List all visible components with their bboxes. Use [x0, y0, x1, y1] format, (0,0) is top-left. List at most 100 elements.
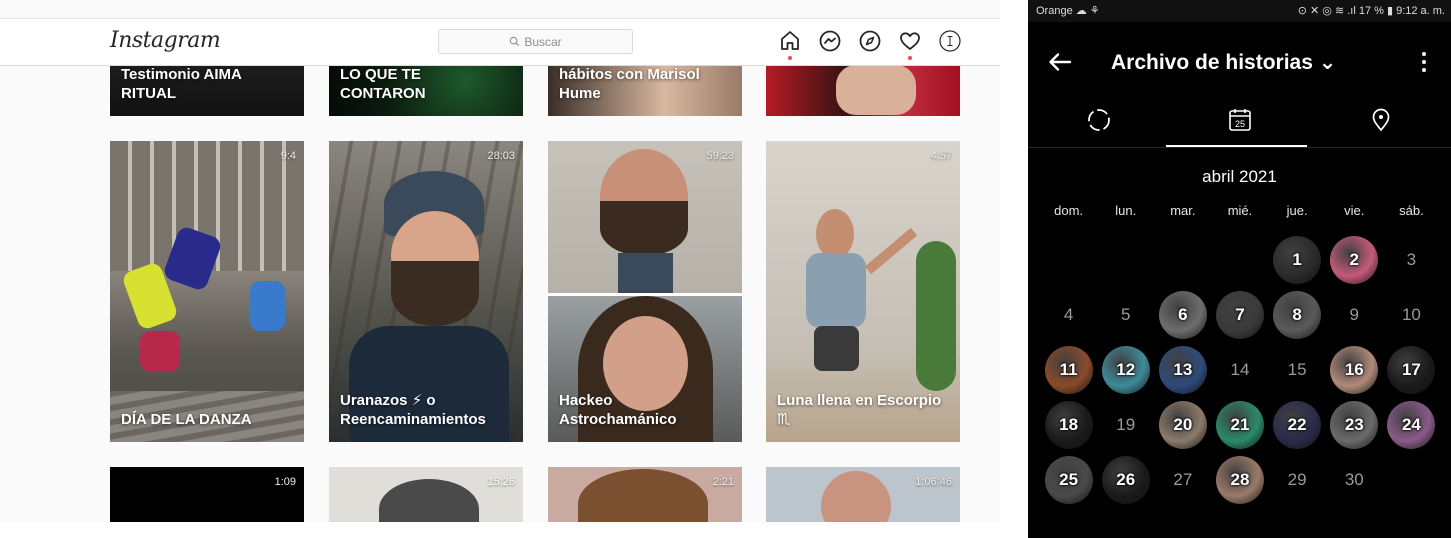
search-placeholder: Buscar	[524, 34, 562, 49]
tab-calendar[interactable]: 25	[1169, 98, 1310, 146]
weekday-header: dom. lun. mar. mié. jue. vie. sáb.	[1040, 203, 1440, 218]
heart-icon[interactable]	[898, 29, 922, 53]
calendar-day-with-story[interactable]: 18	[1040, 397, 1097, 452]
day-number: 6	[1178, 304, 1188, 324]
calendar-day-with-story[interactable]: 17	[1383, 342, 1440, 397]
day-number: 11	[1059, 359, 1078, 379]
calendar-day-with-story[interactable]: 1	[1269, 232, 1326, 287]
calendar-day-with-story[interactable]: 24	[1383, 397, 1440, 452]
screenshot-composite: Testimonio AIMA RITUAL LO QUE TE CONTARO…	[0, 0, 1451, 538]
day-number: 19	[1116, 414, 1136, 434]
weekday-label: vie.	[1344, 203, 1365, 218]
calendar-month-label: abril 2021	[1202, 167, 1277, 186]
video-tile[interactable]: 59:23 Hackeo Astrochamánico	[548, 141, 742, 442]
instagram-web-profile: Testimonio AIMA RITUAL LO QUE TE CONTARO…	[0, 0, 1000, 538]
calendar-blank	[1040, 232, 1097, 287]
calendar-day-with-story[interactable]: 22	[1269, 397, 1326, 452]
calendar-day-with-story[interactable]: 13	[1154, 342, 1211, 397]
day-number: 8	[1292, 304, 1302, 324]
day-number: 20	[1173, 414, 1193, 434]
calendar-day-with-story[interactable]: 21	[1211, 397, 1268, 452]
day-number: 28	[1230, 469, 1250, 489]
video-tile[interactable]: 4:57 Luna llena en Escorpio ♏	[766, 141, 960, 442]
calendar-day-with-story[interactable]: 25	[1040, 452, 1097, 507]
video-tile[interactable]: 28:03 Uranazos ⚡ o Reencaminamientos	[329, 141, 523, 442]
video-title: hábitos con Marisol Hume	[559, 66, 700, 102]
calendar-day: 30	[1326, 452, 1383, 507]
weekday-label: sáb.	[1399, 203, 1424, 218]
video-duration: 59:23	[706, 150, 734, 162]
top-nav-bar: Instagram Buscar	[0, 19, 1000, 66]
archive-tabs: 25	[1028, 98, 1451, 146]
day-number: 3	[1406, 249, 1417, 269]
calendar-day-with-story[interactable]: 11	[1040, 342, 1097, 397]
calendar-day: 3	[1383, 232, 1440, 287]
day-number: 17	[1401, 359, 1421, 379]
video-tile[interactable]: 9:4 DÍA DE LA DANZA	[110, 141, 304, 442]
messenger-icon[interactable]	[818, 29, 842, 53]
video-tile[interactable]: 15:26	[329, 467, 523, 527]
explore-icon[interactable]	[858, 29, 882, 53]
day-number: 13	[1173, 359, 1193, 379]
calendar-day: 5	[1097, 287, 1154, 342]
video-tile[interactable]: 1:09	[110, 467, 304, 527]
location-pin-icon	[1372, 108, 1389, 132]
calendar-day: 27	[1154, 452, 1211, 507]
day-number: 12	[1116, 359, 1136, 379]
video-title: Uranazos ⚡ o Reencaminamientos	[340, 392, 486, 428]
profile-avatar[interactable]	[938, 29, 962, 53]
page-title[interactable]: Archivo de historias ⌄	[1111, 50, 1336, 75]
day-number: 5	[1120, 304, 1131, 324]
day-number: 7	[1235, 304, 1245, 324]
calendar-day-with-story[interactable]: 2	[1326, 232, 1383, 287]
calendar-day-with-story[interactable]: 23	[1326, 397, 1383, 452]
video-duration: 1:06:46	[915, 476, 952, 488]
day-number: 23	[1344, 414, 1364, 434]
weekday-label: dom.	[1054, 203, 1084, 218]
video-duration: 9:4	[280, 150, 296, 162]
day-number: 26	[1116, 469, 1136, 489]
day-number: 10	[1401, 304, 1421, 324]
day-number: 21	[1230, 414, 1250, 434]
calendar-day-with-story[interactable]: 8	[1269, 287, 1326, 342]
calendar-blank	[1211, 232, 1268, 287]
tab-locations[interactable]	[1310, 98, 1451, 146]
calendar-day-with-story[interactable]: 20	[1154, 397, 1211, 452]
day-number: 14	[1230, 359, 1250, 379]
calendar-day-with-story[interactable]: 28	[1211, 452, 1268, 507]
day-number: 2	[1349, 249, 1359, 269]
calendar-day-with-story[interactable]: 6	[1154, 287, 1211, 342]
story-archive-screen: Orange ☁ ⚘ ⊙ ✕ ◎ ≋ .ıl 17 % ▮ 9:12 a. m.…	[1028, 0, 1451, 538]
tab-stories[interactable]	[1028, 98, 1169, 146]
calendar-day-with-story[interactable]: 16	[1326, 342, 1383, 397]
instagram-logo[interactable]: Instagram	[110, 28, 221, 53]
weekday-label: mar.	[1170, 203, 1196, 218]
stories-circle-icon	[1087, 109, 1110, 131]
day-number: 25	[1059, 469, 1079, 489]
day-number: 27	[1173, 469, 1193, 489]
back-arrow-icon[interactable]	[1046, 48, 1074, 76]
calendar-day-with-story[interactable]: 26	[1097, 452, 1154, 507]
video-title: Hackeo Astrochamánico	[559, 392, 677, 428]
home-icon[interactable]	[778, 29, 802, 53]
calendar-day-with-story[interactable]: 7	[1211, 287, 1268, 342]
video-duration: 1:09	[274, 476, 296, 488]
more-options-icon[interactable]	[1419, 50, 1429, 74]
calendar-badge: 25	[1234, 119, 1244, 129]
search-icon	[510, 36, 520, 47]
video-duration: 15:26	[487, 476, 515, 488]
video-title: Testimonio AIMA RITUAL	[121, 66, 242, 102]
video-tile[interactable]: 1:06:46	[766, 467, 960, 527]
calendar-day: 19	[1097, 397, 1154, 452]
day-number: 18	[1059, 414, 1079, 434]
calendar-day: 29	[1269, 452, 1326, 507]
video-tile[interactable]: 2:21	[548, 467, 742, 527]
notification-dot	[908, 56, 912, 60]
calendar-day: 15	[1269, 342, 1326, 397]
calendar-day: 10	[1383, 287, 1440, 342]
carrier-label: Orange ☁ ⚘	[1036, 5, 1100, 17]
search-input[interactable]: Buscar	[438, 29, 633, 54]
calendar-day-with-story[interactable]: 12	[1097, 342, 1154, 397]
video-duration: 28:03	[487, 150, 515, 162]
day-number: 29	[1287, 469, 1307, 489]
